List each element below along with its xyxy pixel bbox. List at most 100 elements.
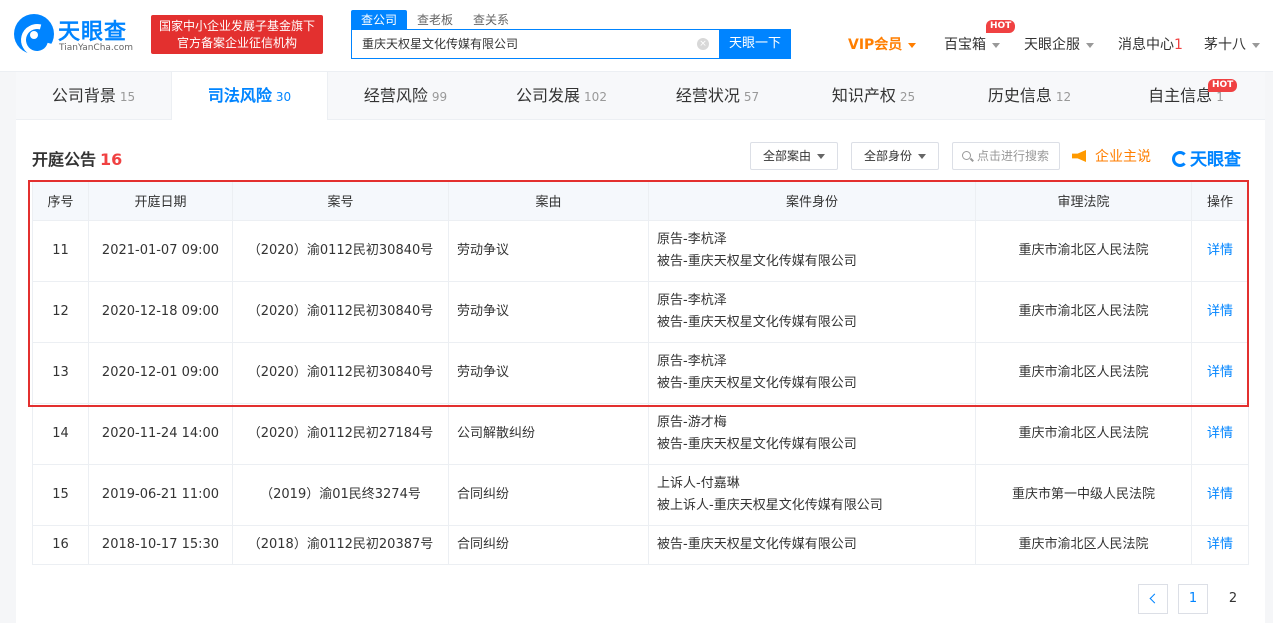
prev-page-button[interactable] — [1138, 584, 1168, 614]
role-line: 被告-重庆天权星文化传媒有限公司 — [657, 537, 857, 552]
cell-date: 2019-06-21 11:00 — [88, 464, 233, 526]
cell-court: 重庆市渝北区人民法院 — [975, 525, 1192, 565]
search-input[interactable]: 重庆天权星文化传媒有限公司 × — [351, 29, 720, 59]
table-search-input[interactable]: 点击进行搜索 — [952, 142, 1060, 170]
tab-search-boss[interactable]: 查老板 — [407, 10, 463, 30]
role-line: 被告-重庆天权星文化传媒有限公司 — [657, 254, 857, 269]
cell-reason: 劳动争议 — [448, 281, 649, 343]
tab-label: 公司背景 — [51, 86, 116, 105]
cell-case-no: （2019）渝01民终3274号 — [232, 464, 449, 526]
detail-link[interactable]: 详情 — [1191, 220, 1249, 282]
toolbox-label: 百宝箱 — [944, 37, 986, 53]
detail-link[interactable]: 详情 — [1191, 281, 1249, 343]
tab-label: 自主信息 — [1148, 86, 1213, 105]
enterprise-statement-link[interactable]: 企业主说 — [1072, 146, 1151, 166]
chevron-down-icon — [992, 42, 1000, 48]
filter-case-role[interactable]: 全部身份 — [851, 142, 940, 170]
cell-court: 重庆市第一中级人民法院 — [975, 464, 1192, 526]
tab-operation-risk[interactable]: 经营风险 99 — [328, 72, 483, 120]
role-line: 上诉人-付嘉琳 — [657, 476, 740, 491]
user-menu[interactable]: 茅十八 — [1204, 34, 1260, 54]
cell-role: 上诉人-付嘉琳 被上诉人-重庆天权星文化传媒有限公司 — [648, 464, 976, 526]
badge-line-2: 官方备案企业征信机构 — [176, 36, 297, 50]
cell-case-no: （2020）渝0112民初30840号 — [232, 281, 449, 343]
search-button[interactable]: 天眼一下 — [719, 29, 791, 59]
badge-line-1: 国家中小企业发展子基金旗下 — [158, 19, 315, 33]
detail-link[interactable]: 详情 — [1191, 403, 1249, 465]
chevron-down-icon — [908, 42, 917, 48]
role-line: 被告-重庆天权星文化传媒有限公司 — [657, 437, 857, 452]
hot-badge: HOT — [986, 20, 1016, 33]
detail-link[interactable]: 详情 — [1191, 525, 1249, 565]
cell-index: 15 — [32, 464, 89, 526]
cell-date: 2020-12-18 09:00 — [88, 281, 233, 343]
chevron-left-icon — [1149, 593, 1160, 604]
search-type-tabs: 查公司 查老板 查关系 — [351, 10, 519, 30]
cell-date: 2018-10-17 15:30 — [88, 525, 233, 565]
table-search-placeholder: 点击进行搜索 — [977, 149, 1050, 163]
table-header-row: 序号 开庭日期 案号 案由 案件身份 审理法院 操作 — [32, 180, 1249, 221]
enterprise-label: 天眼企服 — [1024, 37, 1080, 53]
tab-operation-status[interactable]: 经营状况 57 — [640, 72, 795, 120]
tab-intellectual-property[interactable]: 知识产权 25 — [795, 72, 952, 120]
hot-badge: HOT — [1208, 79, 1238, 92]
detail-link[interactable]: 详情 — [1191, 342, 1249, 404]
cell-role: 原告-李杭泽 被告-重庆天权星文化传媒有限公司 — [648, 281, 976, 343]
filter-label: 全部身份 — [864, 149, 913, 163]
cell-case-no: （2020）渝0112民初27184号 — [232, 403, 449, 465]
enterprise-menu[interactable]: 天眼企服 — [1024, 34, 1094, 54]
tab-count: 99 — [431, 90, 448, 104]
main-panel: 公司背景 15 司法风险 30 经营风险 99 公司发展 102 经营状况 57 知识产权… — [16, 72, 1265, 623]
cell-court: 重庆市渝北区人民法院 — [975, 281, 1192, 343]
role-line: 被上诉人-重庆天权星文化传媒有限公司 — [657, 498, 883, 513]
cell-case-no: （2018）渝0112民初20387号 — [232, 525, 449, 565]
chevron-down-icon — [1086, 42, 1094, 48]
category-tabs: 公司背景 15 司法风险 30 经营风险 99 公司发展 102 经营状况 57 知识产权… — [16, 72, 1265, 120]
search-icon — [962, 151, 971, 160]
table-row: 12 2020-12-18 09:00 （2020）渝0112民初30840号 … — [32, 281, 1249, 343]
clear-icon[interactable]: × — [697, 38, 709, 50]
filter-case-reason[interactable]: 全部案由 — [750, 142, 839, 170]
table-row: 16 2018-10-17 15:30 （2018）渝0112民初20387号 … — [32, 525, 1249, 565]
cell-role: 原告-李杭泽 被告-重庆天权星文化传媒有限公司 — [648, 342, 976, 404]
message-count: 1 — [1174, 37, 1183, 53]
col-header-reason: 案由 — [448, 180, 649, 221]
megaphone-icon — [1072, 150, 1086, 162]
tab-count: 30 — [275, 90, 292, 104]
tab-search-relation[interactable]: 查关系 — [463, 10, 519, 30]
role-line: 被告-重庆天权星文化传媒有限公司 — [657, 376, 857, 391]
tab-company-background[interactable]: 公司背景 15 — [16, 72, 171, 120]
tab-company-development[interactable]: 公司发展 102 — [483, 72, 640, 120]
top-header: 天眼查 TianYanCha.com 国家中小企业发展子基金旗下 官方备案企业征… — [0, 0, 1273, 72]
tianyancha-watermark-logo: 天眼查 — [1172, 145, 1241, 170]
page-2-button[interactable]: 2 — [1218, 584, 1248, 614]
toolbox-menu[interactable]: 百宝箱 — [944, 34, 1000, 54]
cell-reason: 劳动争议 — [448, 220, 649, 282]
tab-count: 12 — [1055, 90, 1072, 104]
col-header-case-no: 案号 — [232, 180, 449, 221]
page-1-button[interactable]: 1 — [1178, 584, 1208, 614]
filter-label: 全部案由 — [763, 149, 812, 163]
tab-count: 57 — [743, 90, 760, 104]
tab-count: 15 — [119, 90, 136, 104]
cell-index: 12 — [32, 281, 89, 343]
table-row: 14 2020-11-24 14:00 （2020）渝0112民初27184号 … — [32, 403, 1249, 465]
cell-index: 13 — [32, 342, 89, 404]
search-input-value[interactable]: 重庆天权星文化传媒有限公司 — [362, 30, 518, 58]
logo-subtitle: TianYanCha.com — [59, 43, 134, 53]
cell-index: 11 — [32, 220, 89, 282]
tab-self-info[interactable]: 自主信息 1 — [1107, 72, 1265, 120]
cell-date: 2021-01-07 09:00 — [88, 220, 233, 282]
tab-search-company[interactable]: 查公司 — [351, 10, 408, 30]
eye-logo-icon — [1172, 151, 1188, 167]
cell-index: 16 — [32, 525, 89, 565]
tab-judicial-risk[interactable]: 司法风险 30 — [171, 72, 328, 120]
col-header-role: 案件身份 — [648, 180, 976, 221]
tianyancha-logo[interactable]: 天眼查 TianYanCha.com — [14, 14, 140, 56]
message-center[interactable]: 消息中心1 — [1118, 34, 1183, 54]
tab-history-info[interactable]: 历史信息 12 — [952, 72, 1107, 120]
tab-label: 经营风险 — [363, 86, 428, 105]
vip-menu[interactable]: VIP会员 — [848, 34, 917, 54]
role-line: 原告-李杭泽 — [657, 232, 727, 247]
detail-link[interactable]: 详情 — [1191, 464, 1249, 526]
